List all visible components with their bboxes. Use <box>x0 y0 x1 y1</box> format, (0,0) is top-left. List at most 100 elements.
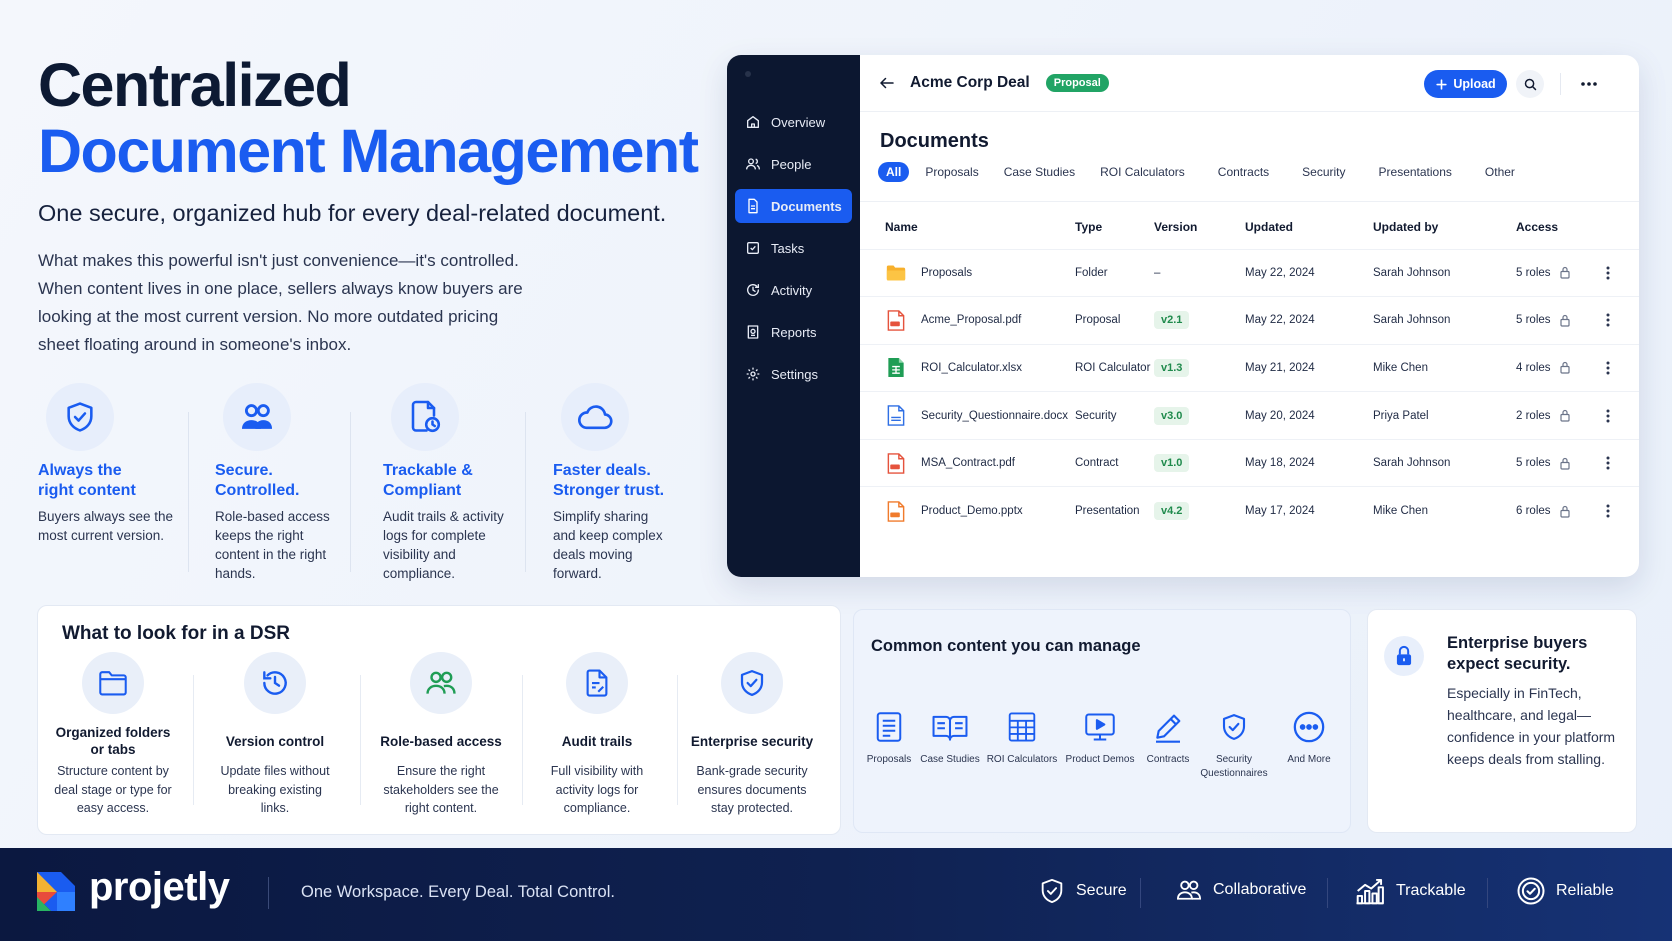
hero-body-line: sheet floating around in someone's inbox… <box>38 335 352 354</box>
access-count: 5 roles <box>1516 457 1551 470</box>
folder-icon <box>82 652 144 714</box>
content-type-label: Product Demos <box>1065 754 1135 765</box>
column-header[interactable]: Updated <box>1245 205 1373 249</box>
column-header[interactable]: Access <box>1516 205 1601 249</box>
enterprise-body: Especially in FinTech, healthcare, and l… <box>1447 685 1616 767</box>
upload-button[interactable]: Upload <box>1424 70 1507 98</box>
table-row[interactable]: ROI_Calculator.xlsx ROI Calculator v1.3 … <box>860 343 1639 392</box>
column-header[interactable]: Updated by <box>1373 205 1516 249</box>
divider <box>1140 878 1141 908</box>
window-dot <box>745 71 751 77</box>
feature-secure-controlled: Secure. Controlled. Role-based access kee… <box>215 383 380 583</box>
sidebar-item-reports[interactable]: Reports <box>735 315 852 349</box>
search-button[interactable] <box>1516 70 1544 98</box>
sidebar: Overview People Documents Tasks Activity… <box>727 55 860 577</box>
feature-desc: Simplify sharing and keep complex deals … <box>553 509 663 581</box>
cloud-icon <box>561 383 629 451</box>
row-menu-icon[interactable] <box>1601 313 1615 327</box>
tab-contracts[interactable]: Contracts <box>1218 165 1269 179</box>
lock-icon <box>1384 636 1424 676</box>
feature-always-right-content: Always the right content Buyers always se… <box>38 383 203 545</box>
users-icon <box>410 652 472 714</box>
pptx-icon <box>885 500 907 522</box>
tab-all[interactable]: All <box>878 162 910 182</box>
access-count: 5 roles <box>1516 266 1551 279</box>
xlsx-icon <box>885 357 907 379</box>
back-arrow-icon[interactable] <box>878 72 900 94</box>
row-menu-icon[interactable] <box>1601 361 1615 375</box>
divider <box>860 201 1639 202</box>
upload-label: Upload <box>1453 77 1496 91</box>
access-count: 6 roles <box>1516 505 1551 518</box>
sidebar-item-activity[interactable]: Activity <box>735 273 852 307</box>
row-menu-icon[interactable] <box>1601 409 1615 423</box>
tab-case-studies[interactable]: Case Studies <box>1004 165 1075 179</box>
dsr-item-title: Role-based access <box>380 733 502 749</box>
table-row[interactable]: Product_Demo.pptx Presentation v4.2 May … <box>860 486 1639 535</box>
book-icon <box>913 705 987 749</box>
feature-title: Faster deals. Stronger trust. <box>553 462 665 499</box>
row-menu-icon[interactable] <box>1601 456 1615 470</box>
feature-divider <box>188 412 189 572</box>
sidebar-item-label: Activity <box>771 282 813 298</box>
dsr-item-title: Version control <box>225 733 325 749</box>
table-row[interactable]: Proposals Folder – May 22, 2024 Sarah Jo… <box>860 248 1639 297</box>
activity-icon <box>744 281 762 299</box>
table-row[interactable]: MSA_Contract.pdf Contract v1.0 May 18, 2… <box>860 438 1639 487</box>
content-type-label: And More <box>1287 754 1331 765</box>
dsr-item-version-control: Version control Update files without bre… <box>200 652 350 818</box>
tab-other[interactable]: Other <box>1485 165 1515 179</box>
version-badge: v1.0 <box>1154 454 1190 473</box>
file-updated: May 22, 2024 <box>1245 296 1373 345</box>
status-badge: Proposal <box>1045 74 1109 92</box>
tab-roi-calculators[interactable]: ROI Calculators <box>1100 165 1185 179</box>
dsr-item-title: Organized folders or tabs <box>55 725 171 757</box>
version-badge: v3.0 <box>1154 406 1190 425</box>
sidebar-item-tasks[interactable]: Tasks <box>735 231 852 265</box>
lock-icon <box>1559 361 1571 375</box>
plus-icon <box>1436 78 1447 90</box>
sidebar-item-people[interactable]: People <box>735 147 852 181</box>
file-updated-by: Sarah Johnson <box>1373 296 1516 345</box>
file-updated: May 22, 2024 <box>1245 248 1373 297</box>
common-content-title: Common content you can manage <box>871 637 1141 655</box>
chart-growth-icon <box>1354 876 1386 906</box>
content-type-contracts: Contracts <box>1131 705 1205 767</box>
sidebar-item-documents[interactable]: Documents <box>735 189 852 223</box>
feature-desc: Role-based access keeps the right conten… <box>215 509 330 581</box>
access-count: 2 roles <box>1516 409 1551 422</box>
footer-badge-secure: Secure <box>1038 876 1127 906</box>
sidebar-item-settings[interactable]: Settings <box>735 357 852 391</box>
row-menu-icon[interactable] <box>1601 504 1615 518</box>
sidebar-item-label: Settings <box>771 366 818 382</box>
file-updated: May 20, 2024 <box>1245 391 1373 440</box>
more-options-button[interactable] <box>1575 70 1603 98</box>
tab-presentations[interactable]: Presentations <box>1379 165 1452 179</box>
row-menu-icon[interactable] <box>1601 266 1615 280</box>
feature-faster-deals: Faster deals. Stronger trust. Simplify sh… <box>553 383 718 583</box>
table-row[interactable]: Acme_Proposal.pdf Proposal v2.1 May 22, … <box>860 296 1639 345</box>
file-updated-by: Priya Patel <box>1373 391 1516 440</box>
column-header[interactable]: Version <box>1154 205 1245 249</box>
content-type-security-questionnaires: Security Questionnaires <box>1197 705 1271 781</box>
column-header[interactable]: Type <box>1075 205 1154 249</box>
table-row[interactable]: Security_Questionnaire.docx Security v3.… <box>860 391 1639 440</box>
feature-divider <box>525 412 526 572</box>
column-header[interactable]: Name <box>860 205 1075 249</box>
footer-badge-label: Reliable <box>1556 882 1614 899</box>
version-badge: v2.1 <box>1154 311 1190 330</box>
hero-body: What makes this powerful isn't just conv… <box>38 247 578 359</box>
tab-proposals[interactable]: Proposals <box>925 165 978 179</box>
file-name: MSA_Contract.pdf <box>921 457 1015 470</box>
file-name: Security_Questionnaire.docx <box>921 409 1069 422</box>
content-type-roi-calculators: ROI Calculators <box>984 705 1060 767</box>
hero-body-line: What makes this powerful isn't just conv… <box>38 251 519 270</box>
folder-icon <box>885 262 907 284</box>
tab-security[interactable]: Security <box>1302 165 1345 179</box>
sidebar-item-overview[interactable]: Overview <box>735 105 852 139</box>
gear-icon <box>744 365 762 383</box>
pen-icon <box>1131 705 1205 749</box>
divider <box>1327 878 1328 908</box>
content-type-and-more: And More <box>1272 705 1346 767</box>
file-name: Acme_Proposal.pdf <box>921 314 1022 327</box>
